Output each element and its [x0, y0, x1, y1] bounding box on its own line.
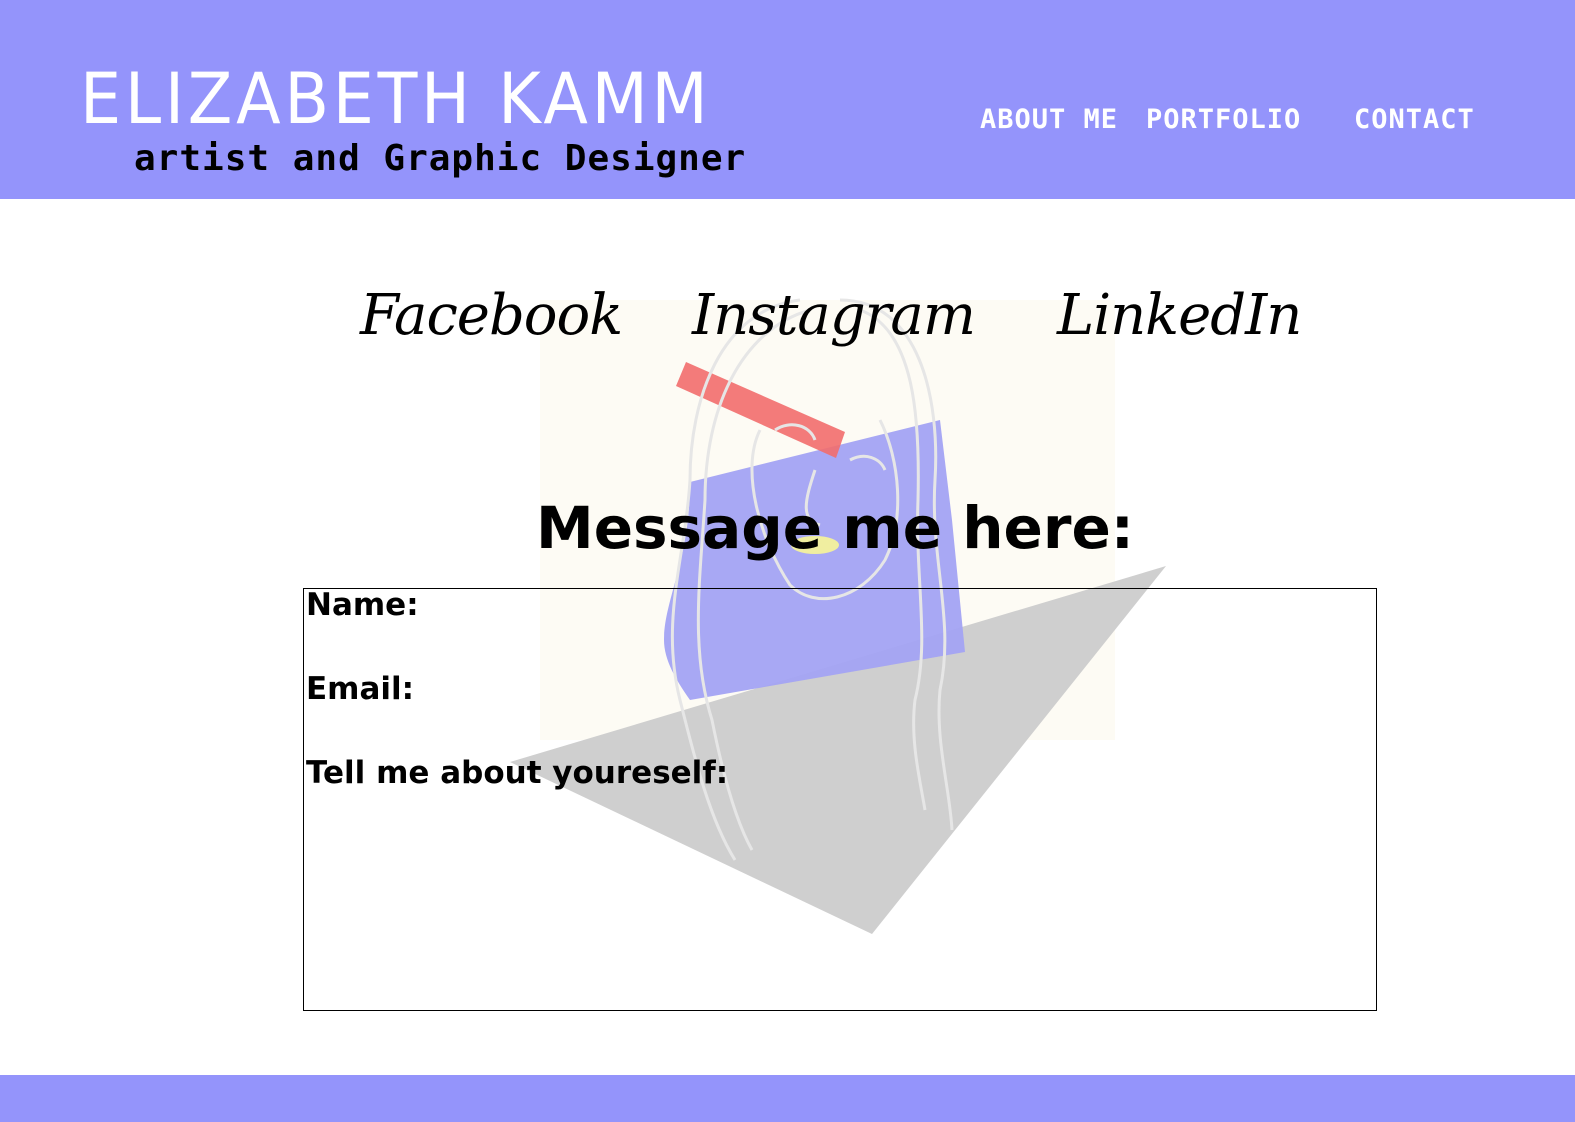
site-header: ELIZABETH KAMM artist and Graphic Design… — [0, 0, 1575, 199]
site-footer — [0, 1075, 1575, 1122]
instagram-link[interactable]: Instagram — [692, 282, 976, 349]
brand-tagline: artist and Graphic Designer — [134, 138, 747, 179]
name-input[interactable] — [439, 591, 1339, 627]
contact-heading: Message me here: — [535, 494, 1134, 562]
artwork-eyes — [774, 423, 887, 471]
contact-page: ELIZABETH KAMM artist and Graphic Design… — [0, 0, 1575, 1122]
email-label: Email: — [306, 671, 415, 707]
about-textarea[interactable] — [312, 803, 1362, 998]
about-label: Tell me about youreself: — [306, 755, 729, 791]
linkedin-link[interactable]: LinkedIn — [1057, 282, 1302, 349]
name-label: Name: — [306, 587, 419, 623]
nav-about-me[interactable]: ABOUT ME — [980, 104, 1118, 136]
email-input[interactable] — [424, 675, 1324, 711]
facebook-link[interactable]: Facebook — [360, 282, 623, 349]
main-nav: ABOUT ME PORTFOLIO CONTACT — [0, 104, 1575, 136]
artwork-red-stripe — [676, 362, 845, 458]
contact-form: Name: Email: Tell me about youreself: — [303, 587, 1377, 1011]
nav-contact[interactable]: CONTACT — [1354, 104, 1475, 136]
nav-portfolio[interactable]: PORTFOLIO — [1146, 104, 1301, 136]
